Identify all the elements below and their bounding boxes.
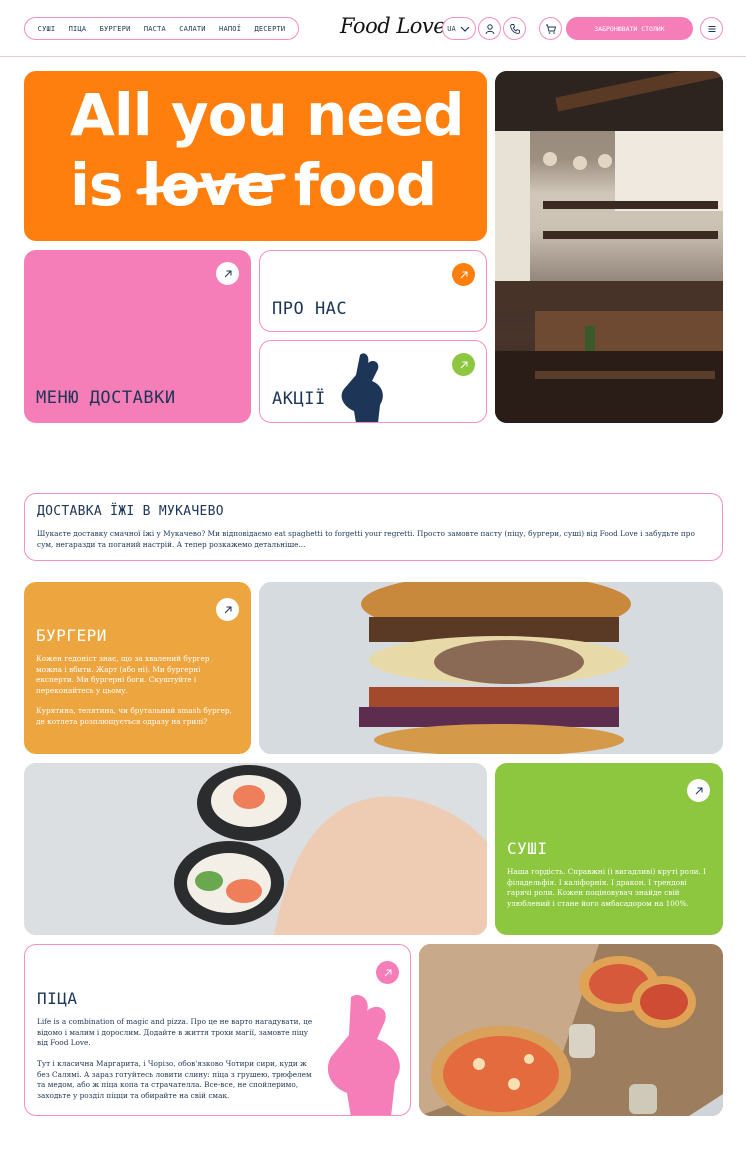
nav-item-salads[interactable]: САЛАТИ <box>179 25 206 33</box>
burger-photo <box>259 582 723 754</box>
burgers-text-2: Курятина, телятина, чи брутальний smash … <box>36 706 232 726</box>
hamburger-menu-icon <box>708 25 715 32</box>
nav-item-pizza[interactable]: ПІЦА <box>69 25 87 33</box>
hero-line-2: is love food <box>70 151 437 219</box>
arrow-button[interactable] <box>452 263 475 286</box>
arrow-up-right-icon <box>460 361 467 368</box>
cart-button[interactable] <box>539 17 562 40</box>
pizza-illustration <box>419 944 723 1116</box>
promotions-label: АКЦІЇ <box>272 389 326 409</box>
burgers-text-1: Кожен гедоніст знає, що за хвалений бург… <box>36 654 210 695</box>
nav-item-desserts[interactable]: ДЕСЕРТИ <box>254 25 285 33</box>
arrow-up-right-icon <box>224 270 231 277</box>
arrow-up-right-icon <box>460 271 467 278</box>
cart-icon <box>545 24 556 34</box>
nav-item-burgers[interactable]: БУРГЕРИ <box>100 25 131 33</box>
delivery-menu-label: МЕНЮ ДОСТАВКИ <box>36 388 176 408</box>
language-label: UA <box>447 24 456 33</box>
language-selector[interactable]: UA <box>442 17 476 40</box>
hero-word-is: is <box>70 151 123 219</box>
menu-button[interactable] <box>700 17 723 40</box>
site-logo[interactable]: Food Love <box>340 14 446 38</box>
restaurant-illustration <box>495 71 723 423</box>
sushi-text: Наша гордість. Справжні (і вигадливі) кр… <box>507 867 706 908</box>
arrow-button[interactable] <box>216 262 239 285</box>
sushi-title: СУШІ <box>507 839 548 858</box>
heart-hand-icon <box>341 353 383 422</box>
arrow-up-right-icon <box>384 969 391 976</box>
arrow-up-right-icon <box>695 787 702 794</box>
hero-banner: All you need is love food <box>24 71 487 241</box>
about-tile[interactable]: ПРО НАС <box>259 250 487 332</box>
account-button[interactable] <box>478 17 501 40</box>
phone-button[interactable] <box>503 17 526 40</box>
hero-word-food: food <box>293 151 437 219</box>
sushi-tile[interactable]: СУШІ Наша гордість. Справжні (і вигадлив… <box>495 763 723 935</box>
delivery-info-section: ДОСТАВКА ЇЖІ В МУКАЧЕВО Шукаєте доставку… <box>24 493 723 561</box>
arrow-button[interactable] <box>452 353 475 376</box>
arrow-button[interactable] <box>216 598 239 621</box>
pizza-text-1: Life is a combination of magic and pizza… <box>37 1017 313 1047</box>
pizza-photo <box>419 944 723 1116</box>
burgers-tile[interactable]: БУРГЕРИ Кожен гедоніст знає, що за хвале… <box>24 582 251 754</box>
pizza-text-2: Тут і класична Маргарита, і Чорізо, обов… <box>37 1059 312 1100</box>
book-table-button[interactable]: ЗАБРОНЮВАТИ СТОЛИК <box>566 17 693 40</box>
phone-icon <box>509 23 520 34</box>
pizza-tile[interactable]: ПІЦА Life is a combination of magic and … <box>24 944 411 1116</box>
arrow-up-right-icon <box>224 606 231 613</box>
burgers-title: БУРГЕРИ <box>36 626 107 645</box>
promotions-tile[interactable]: АКЦІЇ <box>259 340 487 423</box>
pizza-title: ПІЦА <box>37 989 78 1008</box>
nav-item-sushi[interactable]: СУШІ <box>38 25 56 33</box>
category-nav: СУШІ ПІЦА БУРГЕРИ ПАСТА САЛАТИ НАПОЇ ДЕС… <box>24 17 299 40</box>
nav-item-drinks[interactable]: НАПОЇ <box>219 25 241 33</box>
hero-line-1: All you need <box>70 81 464 149</box>
delivery-title: ДОСТАВКА ЇЖІ В МУКАЧЕВО <box>37 504 224 519</box>
site-header: СУШІ ПІЦА БУРГЕРИ ПАСТА САЛАТИ НАПОЇ ДЕС… <box>0 0 746 57</box>
hero-struck-word: love <box>135 151 286 219</box>
sushi-photo <box>24 763 487 935</box>
delivery-description: Шукаєте доставку смачної їжі у Мукачево?… <box>37 529 695 549</box>
user-icon <box>485 23 494 34</box>
chevron-down-icon <box>460 26 470 32</box>
sushi-illustration <box>24 763 487 935</box>
about-label: ПРО НАС <box>272 299 348 319</box>
heart-hand-pink-icon <box>327 994 400 1115</box>
delivery-menu-tile[interactable]: МЕНЮ ДОСТАВКИ <box>24 250 251 423</box>
burger-illustration <box>259 582 723 754</box>
nav-item-pasta[interactable]: ПАСТА <box>144 25 166 33</box>
arrow-button[interactable] <box>376 961 399 984</box>
arrow-button[interactable] <box>687 779 710 802</box>
restaurant-interior-photo <box>495 71 723 423</box>
